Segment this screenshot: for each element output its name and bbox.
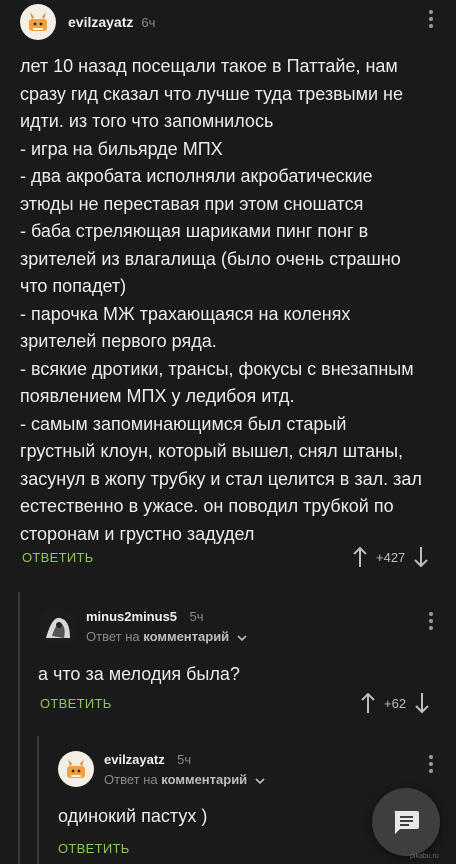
downvote-arrow-icon[interactable] — [413, 546, 429, 568]
comment-header: minus2minus5 5ч Ответ на комментарий — [40, 608, 247, 644]
comment-actions: ОТВЕТИТЬ — [58, 841, 130, 856]
comment-text: одинокий пастух ) — [58, 806, 208, 826]
reply-prefix: Ответ на — [86, 629, 140, 644]
comment-text: а что за мелодия была? — [38, 664, 240, 684]
rating-score: +62 — [384, 695, 407, 711]
comment-actions: ОТВЕТИТЬ — [22, 550, 94, 565]
rabbit-avatar-icon — [67, 759, 85, 778]
more-options-icon[interactable] — [428, 612, 434, 634]
comments-page: evilzayatz 6ч лет 10 назад посещали тако… — [0, 0, 456, 864]
more-options-icon[interactable] — [428, 10, 434, 32]
watermark: pikabu.ru — [410, 853, 439, 860]
chevron-down-icon[interactable] — [255, 777, 265, 785]
comment-fab-button[interactable] — [372, 788, 440, 856]
thread-line[interactable] — [18, 592, 20, 864]
reply-button[interactable]: ОТВЕТИТЬ — [58, 841, 130, 856]
thread-line[interactable] — [37, 736, 39, 864]
comment-text: лет 10 назад посещали такое в Паттайе, н… — [20, 56, 422, 544]
timestamp: 6ч — [141, 14, 156, 30]
reply-prefix: Ответ на — [104, 772, 158, 787]
reply-button[interactable]: ОТВЕТИТЬ — [22, 550, 94, 565]
username[interactable]: minus2minus5 — [86, 609, 177, 624]
rabbit-avatar-icon — [29, 12, 47, 31]
username[interactable]: evilzayatz — [68, 14, 133, 30]
comment-header: evilzayatz 6ч — [20, 4, 155, 40]
reply-target[interactable]: комментарий — [143, 629, 229, 644]
rating-score: +427 — [376, 549, 406, 565]
username[interactable]: evilzayatz — [104, 752, 165, 767]
reply-target[interactable]: комментарий — [161, 772, 247, 787]
vote-controls: +62 — [360, 692, 430, 714]
reply-reference[interactable]: Ответ на комментарий — [86, 629, 247, 644]
avatar[interactable] — [58, 751, 94, 787]
timestamp: 5ч — [189, 609, 204, 624]
downvote-arrow-icon[interactable] — [414, 692, 430, 714]
comment-header: evilzayatz 5ч Ответ на комментарий — [58, 751, 265, 787]
more-options-icon[interactable] — [428, 755, 434, 777]
timestamp: 5ч — [177, 752, 192, 767]
comment-actions: ОТВЕТИТЬ — [40, 696, 112, 711]
message-icon — [394, 811, 419, 834]
chevron-down-icon[interactable] — [237, 634, 247, 642]
reply-button[interactable]: ОТВЕТИТЬ — [40, 696, 112, 711]
vote-controls: +427 — [352, 546, 429, 568]
upvote-arrow-icon[interactable] — [352, 546, 368, 568]
user-photo-icon — [40, 608, 76, 644]
upvote-arrow-icon[interactable] — [360, 692, 376, 714]
reply-reference[interactable]: Ответ на комментарий — [104, 772, 265, 787]
avatar[interactable] — [40, 608, 76, 644]
avatar[interactable] — [20, 4, 56, 40]
